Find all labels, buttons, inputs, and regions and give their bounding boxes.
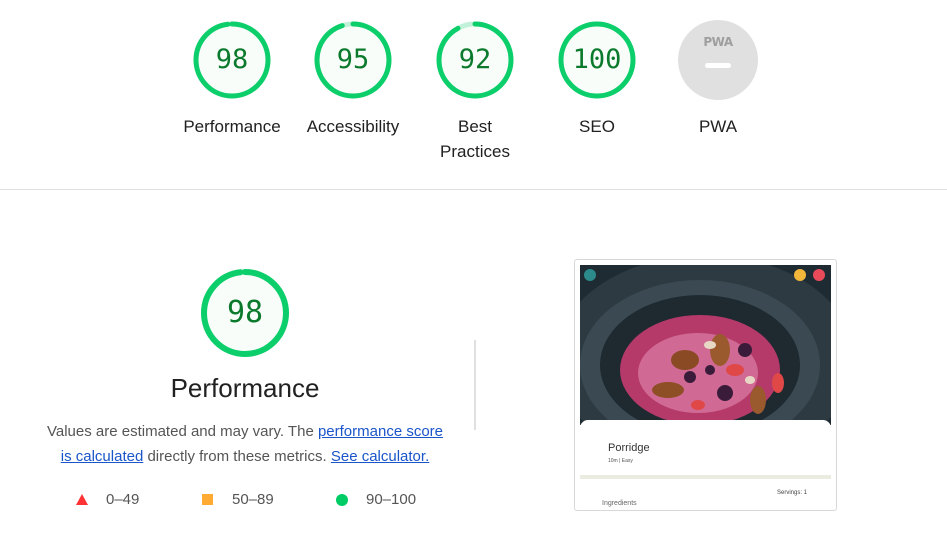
gauge-label: PWA [698, 117, 738, 136]
legend-item-fail: 0–49 [76, 490, 139, 510]
square-icon [202, 494, 213, 505]
legend-item-pass: 90–100 [336, 490, 416, 510]
pwa-badge-icon: PWA [678, 20, 758, 100]
recipe-servings: Servings: 1 [776, 490, 807, 496]
section-divider [0, 189, 947, 190]
recipe-title: Porridge [608, 442, 650, 454]
gauge-label: Accessibility [306, 117, 400, 136]
gauge-ring: 98 [192, 20, 272, 100]
gauge-score: 95 [336, 44, 370, 75]
gauge-ring: 100 [557, 20, 637, 100]
circle-icon [336, 494, 348, 506]
performance-gauge: 98 [200, 268, 290, 358]
gauge-label: Best Practices [440, 117, 510, 161]
gauge-accessibility[interactable]: 95 Accessibility [293, 20, 413, 139]
gauge-label: Performance [183, 117, 281, 136]
gauge-ring: 92 [435, 20, 515, 100]
legend-range: 0–49 [106, 491, 140, 508]
porridge-image [580, 265, 831, 425]
vertical-divider [474, 340, 476, 430]
performance-title: Performance [170, 373, 320, 403]
gauge-label: SEO [579, 117, 615, 136]
ingredients-heading: Ingredients [602, 500, 637, 507]
pwa-dash-icon [705, 63, 731, 68]
legend-range: 50–89 [232, 491, 274, 508]
gauge-score: 100 [572, 44, 622, 75]
legend-range: 90–100 [366, 491, 417, 508]
edit-icon [794, 269, 806, 281]
back-icon [584, 269, 596, 281]
desc-text: Values are estimated and may vary. The [46, 423, 318, 440]
card-divider [580, 475, 831, 479]
triangle-icon [76, 494, 88, 505]
gauge-pwa[interactable]: PWA PWA [658, 20, 778, 139]
score-summary: 98 Performance 95 Accessibility 92 Best … [0, 0, 947, 189]
delete-icon [813, 269, 825, 281]
porridge-photo [580, 265, 831, 425]
recipe-meta: 10m | Easy [608, 458, 633, 464]
gauge-seo[interactable]: 100 SEO [537, 20, 657, 139]
final-screenshot-thumbnail[interactable]: Porridge 10m | Easy Servings: 1 Ingredie… [574, 259, 837, 511]
see-calculator-link[interactable]: See calculator. [331, 448, 429, 465]
pwa-badge-text: PWA [703, 35, 733, 49]
gauge-performance[interactable]: 98 Performance [172, 20, 292, 139]
recipe-card: Porridge 10m | Easy Servings: 1 Ingredie… [580, 420, 831, 510]
desc-text: directly from these metrics. [143, 448, 331, 465]
performance-description: Values are estimated and may vary. The p… [40, 419, 450, 469]
gauge-score: 92 [458, 44, 492, 75]
score-legend: 0–49 50–89 90–100 [0, 490, 480, 512]
performance-score: 98 [226, 295, 264, 330]
gauge-ring: 95 [313, 20, 393, 100]
gauge-score: 98 [215, 44, 249, 75]
legend-item-average: 50–89 [202, 490, 274, 510]
gauge-best-practices[interactable]: 92 Best Practices [415, 20, 535, 164]
